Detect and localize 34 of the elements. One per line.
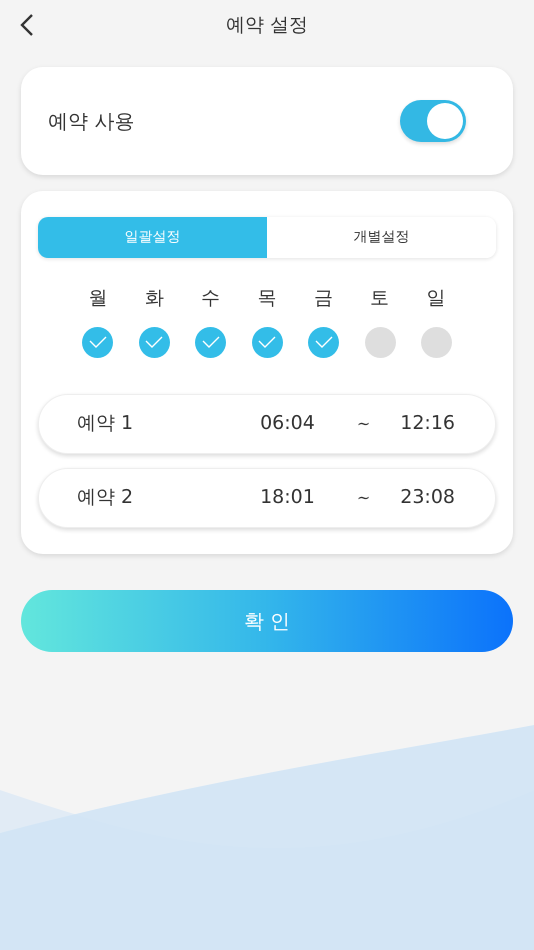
check-icon xyxy=(202,336,220,348)
check-icon xyxy=(314,336,332,348)
check-icon xyxy=(258,336,276,348)
schedule-row[interactable]: 예약 2 18:01 ~ 23:08 xyxy=(38,468,496,528)
end-time: 23:08 xyxy=(400,485,455,510)
time-separator: ~ xyxy=(356,486,370,508)
schedule-name: 예약 2 xyxy=(77,485,134,510)
time-separator: ~ xyxy=(356,412,370,434)
check-icon xyxy=(145,336,163,348)
day-label: 목 xyxy=(256,286,278,311)
day-label: 일 xyxy=(425,286,446,311)
day-label: 월 xyxy=(88,286,108,311)
day-label: 화 xyxy=(144,286,165,311)
end-time: 12:16 xyxy=(400,411,455,436)
start-time: 18:01 xyxy=(260,485,315,510)
schedule-name: 예약 1 xyxy=(77,411,134,436)
day-checkbox[interactable] xyxy=(364,326,396,358)
day-checkbox[interactable] xyxy=(195,326,226,358)
schedule-row[interactable]: 예약 1 06:04 ~ 12:16 xyxy=(38,394,496,454)
back-icon xyxy=(20,13,34,37)
tab[interactable]: 개별설정 xyxy=(267,217,496,258)
day-checkbox[interactable] xyxy=(138,326,170,358)
day-checkbox[interactable] xyxy=(421,326,452,358)
day-label: 토 xyxy=(369,286,390,311)
check-icon xyxy=(88,336,106,348)
day-checkbox[interactable] xyxy=(252,326,282,358)
start-time: 06:04 xyxy=(260,411,315,436)
page-title: 예약 설정 xyxy=(226,12,308,38)
toggle-label: 예약 사용 xyxy=(48,108,134,135)
day-label: 수 xyxy=(200,286,222,311)
reservation-toggle[interactable] xyxy=(400,100,466,142)
day-checkbox[interactable] xyxy=(308,326,339,358)
day-checkbox[interactable] xyxy=(82,326,113,358)
day-label: 금 xyxy=(312,286,334,311)
